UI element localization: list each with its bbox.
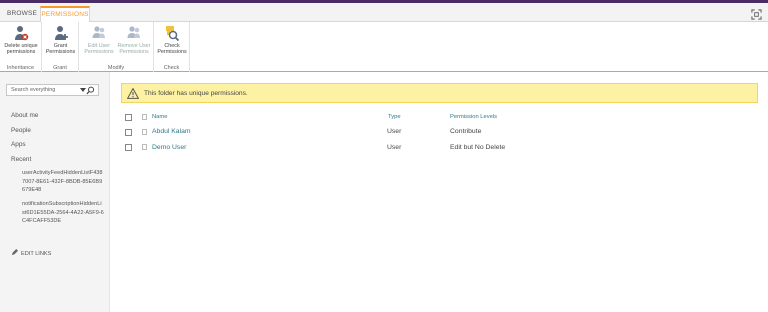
edit-user-label-2: Permissions — [84, 49, 114, 55]
pencil-icon — [11, 249, 18, 256]
grant-permissions-icon — [54, 26, 68, 40]
user-item-icon — [142, 144, 147, 150]
user-name-link[interactable]: Abdul Kalam — [152, 128, 191, 135]
remove-user-label-2: Permissions — [119, 49, 149, 55]
search-input[interactable]: Search everything — [11, 87, 55, 93]
ribbon-group-inheritance: Delete unique permissions Inheritance — [0, 22, 42, 72]
delete-unique-label-2: permissions — [6, 49, 36, 55]
edit-user-permissions-button[interactable]: Edit User Permissions — [83, 25, 115, 55]
warning-icon — [127, 88, 139, 99]
user-name-link[interactable]: Demo User — [152, 144, 186, 151]
group-label-grant: Grant — [53, 65, 67, 71]
grant-permissions-button[interactable]: Grant Permissions — [44, 25, 77, 55]
ribbon-tab-strip: BROWSE PERMISSIONS — [0, 3, 768, 24]
user-type: User — [387, 144, 402, 151]
select-all-checkbox[interactable] — [125, 114, 132, 121]
nav-people[interactable]: People — [11, 127, 31, 134]
nav-apps[interactable]: Apps — [11, 141, 26, 148]
quick-launch: Search everything About me People Apps R… — [0, 72, 110, 312]
search-box[interactable]: Search everything — [6, 84, 99, 96]
notice-text: This folder has unique permissions. — [144, 90, 248, 97]
header-type-icon — [142, 114, 147, 120]
tab-browse[interactable]: BROWSE — [6, 5, 38, 22]
check-permissions-icon — [166, 26, 180, 41]
ribbon-group-grant: Grant Permissions Grant — [42, 22, 79, 72]
user-item-icon — [142, 129, 147, 135]
row-checkbox[interactable] — [125, 144, 132, 151]
check-label-2: Permissions — [157, 49, 187, 55]
recent-item[interactable]: notificationSubscriptionHiddenList6D1E55… — [22, 200, 104, 226]
unique-permissions-notice: This folder has unique permissions. — [121, 83, 758, 103]
remove-user-permissions-icon — [127, 26, 140, 38]
row-checkbox[interactable] — [125, 129, 132, 136]
check-permissions-button[interactable]: Check Permissions — [156, 25, 188, 55]
ribbon: Delete unique permissions Inheritance Gr… — [0, 22, 768, 72]
group-label-inheritance: Inheritance — [6, 65, 35, 71]
column-header-name[interactable]: Name — [152, 114, 167, 120]
group-label-check: Check — [163, 65, 180, 71]
delete-permissions-icon — [15, 26, 29, 41]
remove-user-permissions-button[interactable]: Remove User Permissions — [116, 25, 152, 55]
delete-unique-permissions-button[interactable]: Delete unique permissions — [1, 25, 41, 55]
user-type: User — [387, 128, 402, 135]
search-icon[interactable] — [86, 86, 95, 95]
nav-recent[interactable]: Recent — [11, 156, 31, 163]
edit-links-button[interactable]: EDIT LINKS — [11, 249, 51, 257]
permission-level: Contribute — [450, 128, 482, 135]
edit-links-label: EDIT LINKS — [21, 251, 52, 257]
column-header-type[interactable]: Type — [388, 114, 401, 120]
nav-about-me[interactable]: About me — [11, 112, 38, 119]
permission-level: Edit but No Delete — [450, 144, 506, 151]
ribbon-group-modify: Edit User Permissions Remove User Permis… — [79, 22, 154, 72]
focus-on-content-icon[interactable] — [751, 9, 762, 20]
recent-item[interactable]: userActivityFeedHiddenListF4387007-8E61-… — [22, 169, 104, 195]
edit-user-permissions-icon — [92, 26, 105, 38]
ribbon-group-check: Check Permissions Check — [154, 22, 190, 72]
grant-label-2: Permissions — [45, 49, 76, 55]
column-header-permission-levels[interactable]: Permission Levels — [450, 114, 497, 120]
group-label-modify: Modify — [107, 65, 125, 71]
